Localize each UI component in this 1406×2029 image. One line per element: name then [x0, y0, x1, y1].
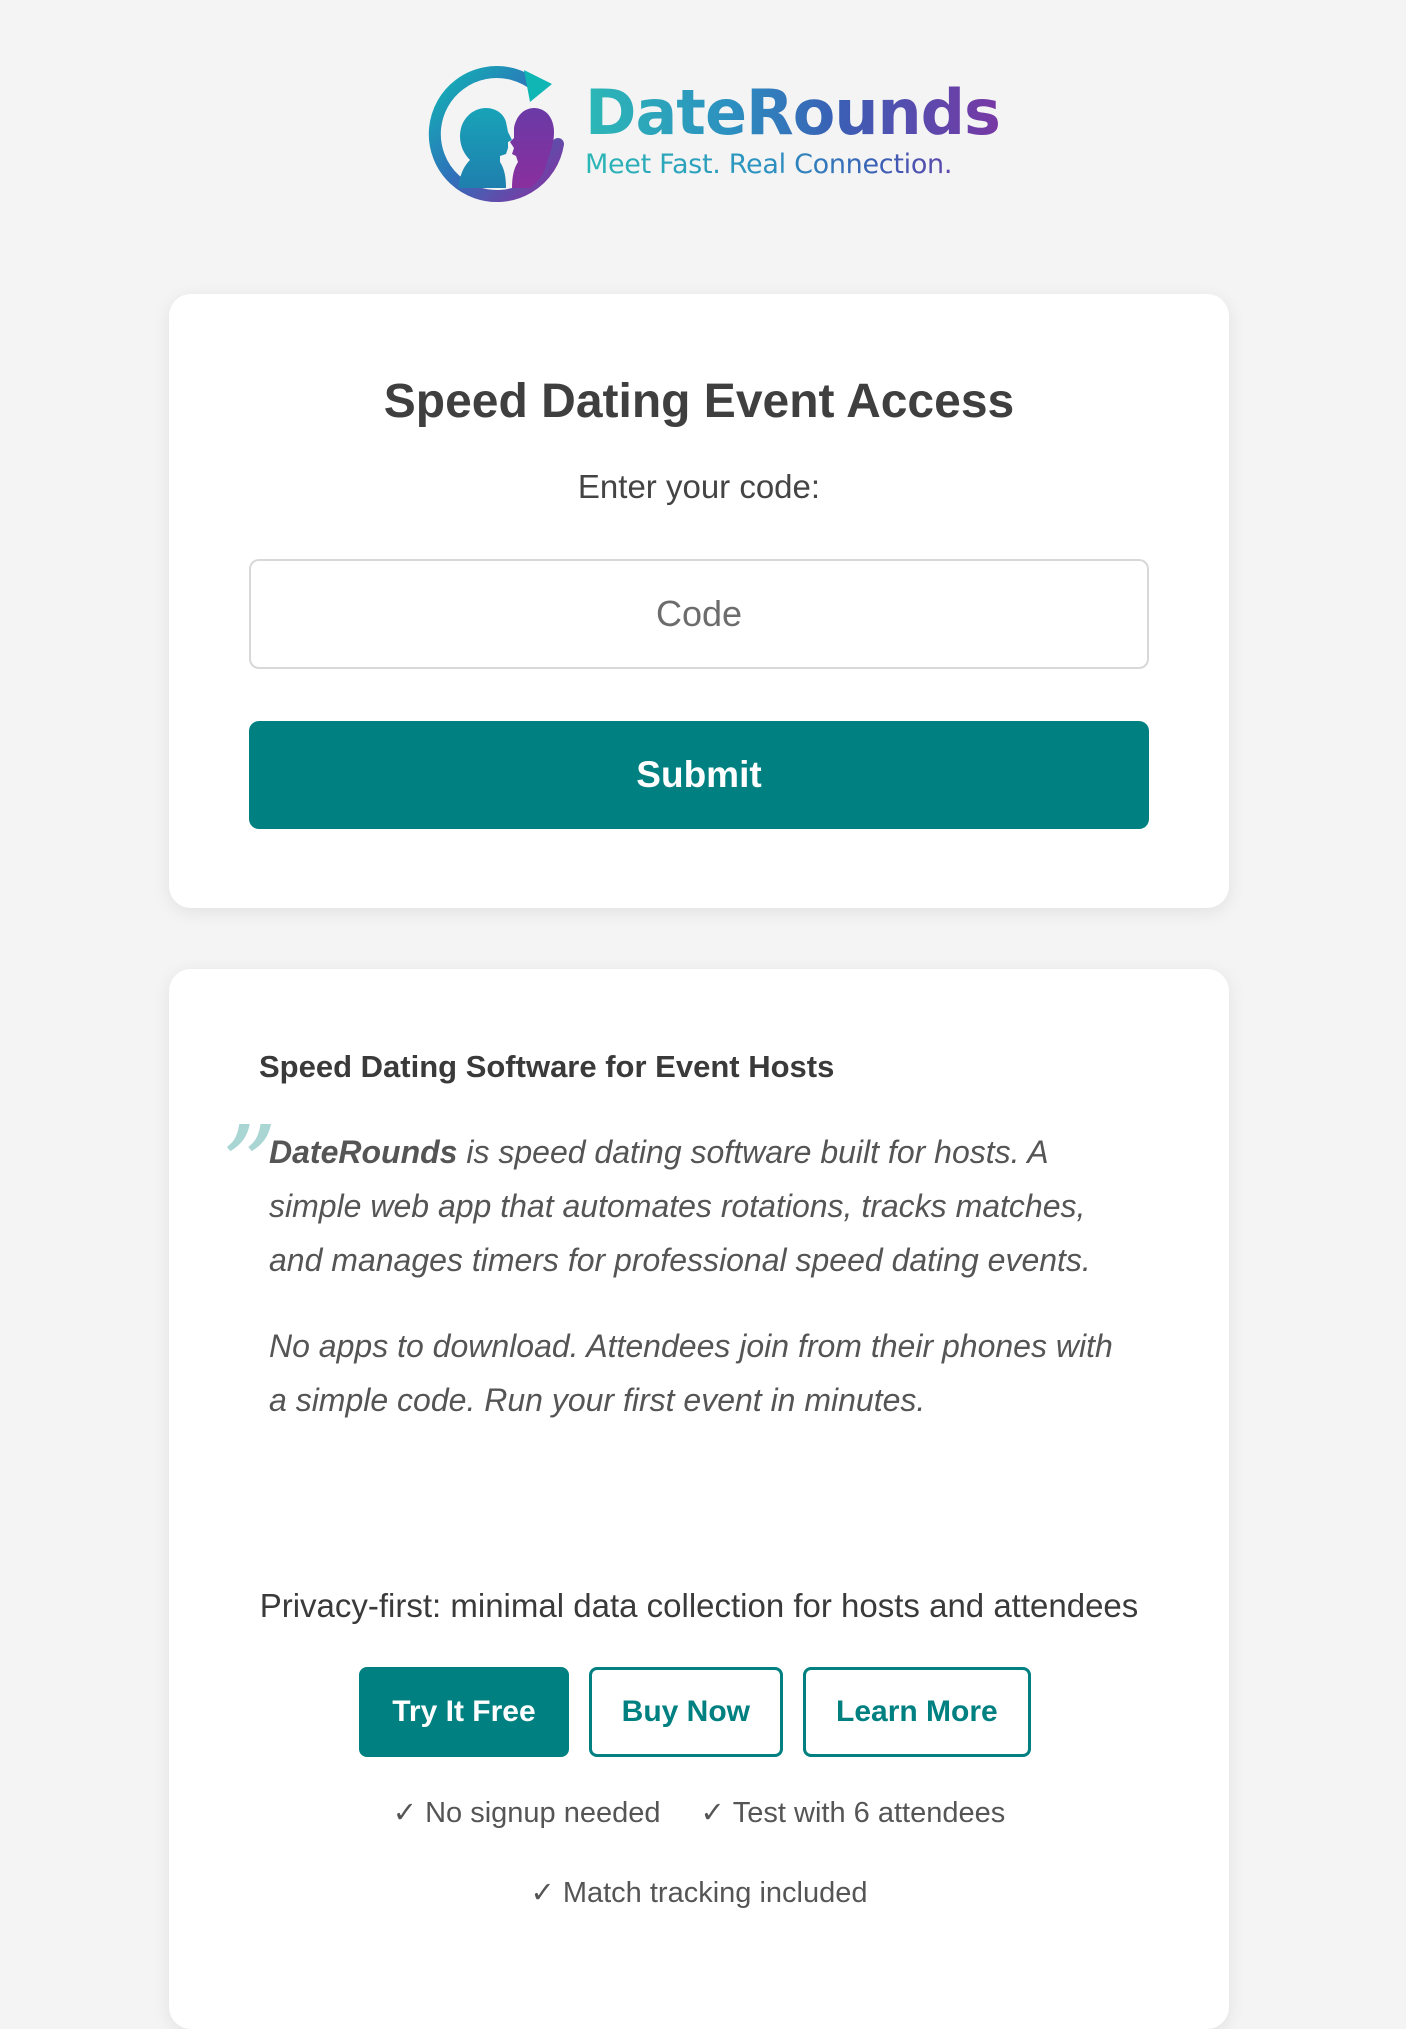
quote-brand-name: DateRounds — [269, 1134, 458, 1170]
feature-item: ✓ No signup needed — [393, 1789, 661, 1837]
feature-row: ✓ No signup needed ✓ Test with 6 attendees — [169, 1789, 1229, 1837]
feature-label: Match tracking included — [562, 1877, 868, 1909]
quote-paragraph-1: DateRounds is speed dating software buil… — [269, 1125, 1129, 1287]
try-free-button[interactable]: Try It Free — [359, 1667, 569, 1757]
brand-wordmark: DateRounds Meet Fast. Real Connection. — [585, 82, 1005, 180]
host-info-card: Speed Dating Software for Event Hosts ” … — [169, 969, 1229, 2029]
cta-button-row: Try It Free Buy Now Learn More — [165, 1667, 1225, 1757]
checkmark-icon: ✓ — [530, 1877, 555, 1909]
code-input[interactable] — [249, 559, 1149, 669]
daterounds-logo-icon — [428, 66, 564, 202]
product-quote: DateRounds is speed dating software buil… — [269, 1125, 1129, 1427]
feature-label: Test with 6 attendees — [732, 1797, 1006, 1829]
feature-label: No signup needed — [425, 1797, 661, 1829]
quote-paragraph-2: No apps to download. Attendees join from… — [269, 1328, 1113, 1418]
feature-row: ✓ Match tracking included — [169, 1869, 1229, 1917]
brand-tagline: Meet Fast. Real Connection. — [585, 150, 1005, 180]
info-heading: Speed Dating Software for Event Hosts — [259, 1049, 835, 1084]
feature-item: ✓ Match tracking included — [531, 1869, 868, 1917]
code-prompt-label: Enter your code: — [577, 468, 821, 505]
feature-item: ✓ Test with 6 attendees — [700, 1789, 1005, 1837]
privacy-statement: Privacy-first: minimal data collection f… — [259, 1587, 1139, 1624]
page-title: Speed Dating Event Access — [383, 375, 1015, 428]
brand-name: DateRounds — [585, 82, 1005, 144]
event-access-card: Speed Dating Event Access Enter your cod… — [169, 294, 1229, 908]
feature-list: ✓ No signup needed ✓ Test with 6 attendees… — [169, 1789, 1229, 1917]
checkmark-icon: ✓ — [392, 1797, 418, 1829]
learn-more-button[interactable]: Learn More — [803, 1667, 1031, 1757]
submit-button[interactable]: Submit — [249, 721, 1149, 829]
checkmark-icon: ✓ — [700, 1797, 725, 1829]
buy-now-button[interactable]: Buy Now — [588, 1667, 784, 1757]
brand-logo: DateRounds Meet Fast. Real Connection. — [420, 62, 1001, 212]
